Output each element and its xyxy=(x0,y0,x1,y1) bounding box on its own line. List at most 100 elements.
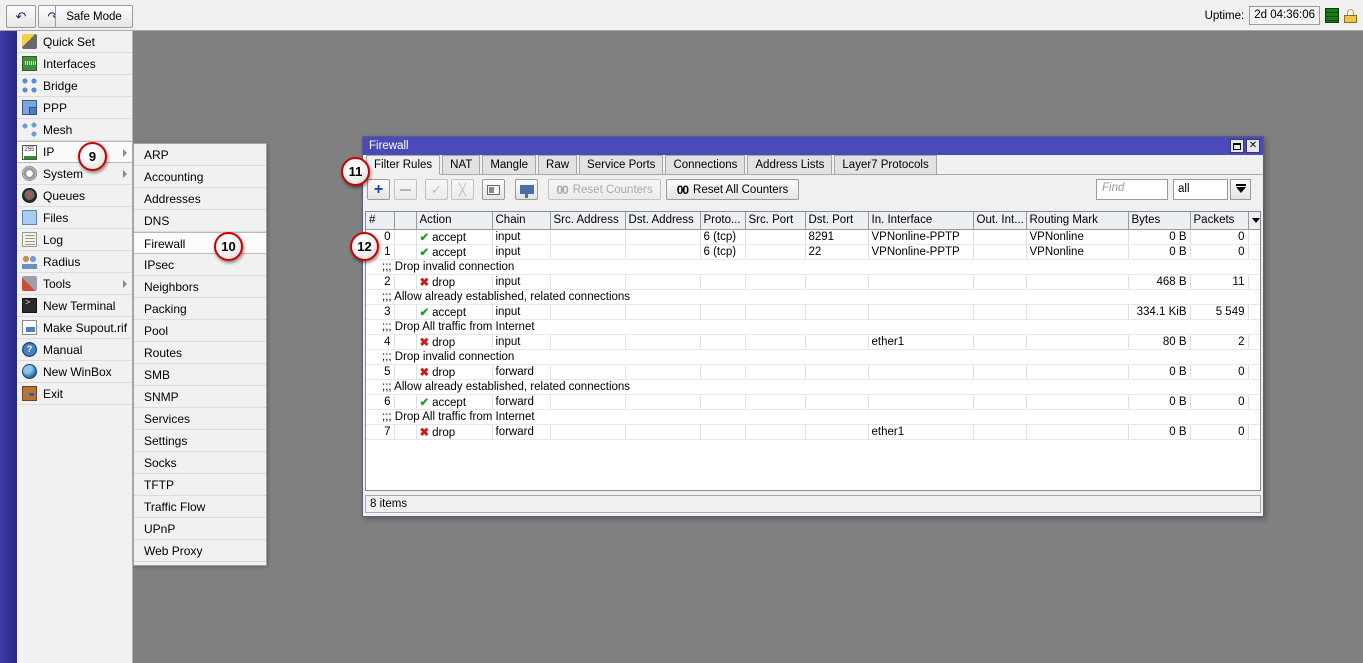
reset-all-counters-button[interactable]: 00 Reset All Counters xyxy=(666,179,799,200)
tab-nat[interactable]: NAT xyxy=(442,155,481,174)
column-header-src-port[interactable]: Src. Port xyxy=(745,212,806,230)
row-end-cell xyxy=(1248,334,1260,350)
menu-item-exit[interactable]: Exit xyxy=(17,383,132,405)
table-row[interactable]: 2 ✖ drop input 468 B 11 xyxy=(366,274,1260,290)
tab-service-ports[interactable]: Service Ports xyxy=(579,155,664,174)
submenu-item-settings[interactable]: Settings xyxy=(134,430,266,452)
menu-item-interfaces[interactable]: Interfaces xyxy=(17,53,132,75)
tab-connections[interactable]: Connections xyxy=(665,155,746,174)
menu-item-system[interactable]: System xyxy=(17,163,132,185)
submenu-item-services[interactable]: Services xyxy=(134,408,266,430)
submenu-item-snmp[interactable]: SNMP xyxy=(134,386,266,408)
window-title-bar[interactable]: Firewall ✕ xyxy=(363,137,1263,155)
column-chooser-arrow-icon[interactable] xyxy=(1248,212,1260,230)
cell-src-port xyxy=(745,364,806,380)
submenu-item-label: IPsec xyxy=(144,258,175,272)
submenu-item-socks[interactable]: Socks xyxy=(134,452,266,474)
tab-layer7-protocols[interactable]: Layer7 Protocols xyxy=(834,155,937,174)
column-header-routing-mark[interactable]: Routing Mark xyxy=(1026,212,1129,230)
column-header-in-interface[interactable]: In. Interface xyxy=(868,212,974,230)
table-row[interactable]: 5 ✖ drop forward 0 B0 xyxy=(366,364,1260,380)
table-row[interactable]: 3 ✔ accept input 334.1 KiB 5 549 xyxy=(366,304,1260,320)
submenu-item-label: Firewall xyxy=(144,237,186,251)
menu-item-ip[interactable]: IP xyxy=(17,141,132,163)
submenu-item-ipsec[interactable]: IPsec xyxy=(134,254,266,276)
menu-item-manual[interactable]: Manual xyxy=(17,339,132,361)
cell-out-interface xyxy=(973,394,1027,410)
tab-raw[interactable]: Raw xyxy=(538,155,578,174)
column-header-[interactable]: # xyxy=(366,212,395,230)
filter-scope-dropdown-arrow-icon[interactable] xyxy=(1230,179,1251,200)
column-header-action[interactable]: Action xyxy=(416,212,493,230)
tab-label: NAT xyxy=(450,159,473,171)
menu-item-tools[interactable]: Tools xyxy=(17,273,132,295)
tab-mangle[interactable]: Mangle xyxy=(482,155,537,174)
menu-item-new-winbox[interactable]: New WinBox xyxy=(17,361,132,383)
table-comment-row[interactable]: ;;; Drop All traffic from Internet xyxy=(366,409,1260,425)
submenu-item-addresses[interactable]: Addresses xyxy=(134,188,266,210)
safe-mode-button[interactable]: Safe Mode xyxy=(55,5,133,28)
find-input[interactable]: Find xyxy=(1096,179,1168,200)
menu-item-queues[interactable]: Queues xyxy=(17,185,132,207)
menu-item-bridge[interactable]: Bridge xyxy=(17,75,132,97)
column-header-dst-port[interactable]: Dst. Port xyxy=(805,212,869,230)
menu-item-ppp[interactable]: PPP xyxy=(17,97,132,119)
tab-address-lists[interactable]: Address Lists xyxy=(747,155,833,174)
enable-rule-button[interactable]: ✓ xyxy=(425,179,448,200)
submenu-item-upnp[interactable]: UPnP xyxy=(134,518,266,540)
column-header-blank[interactable] xyxy=(394,212,417,230)
submenu-item-packing[interactable]: Packing xyxy=(134,298,266,320)
close-icon[interactable]: ✕ xyxy=(1246,139,1260,153)
disable-rule-button[interactable]: ╳ xyxy=(451,179,474,200)
table-comment-row[interactable]: ;;; Allow already established, related c… xyxy=(366,289,1260,305)
remove-rule-button[interactable] xyxy=(394,179,417,200)
table-comment-row[interactable]: ;;; Drop invalid connection xyxy=(366,259,1260,275)
column-header-bytes[interactable]: Bytes xyxy=(1128,212,1191,230)
menu-item-make-supout-rif[interactable]: Make Supout.rif xyxy=(17,317,132,339)
column-header-src-address[interactable]: Src. Address xyxy=(550,212,626,230)
submenu-item-routes[interactable]: Routes xyxy=(134,342,266,364)
column-header-dst-address[interactable]: Dst. Address xyxy=(625,212,701,230)
submenu-item-firewall[interactable]: Firewall xyxy=(134,232,266,254)
menu-item-radius[interactable]: Radius xyxy=(17,251,132,273)
reset-counters-button[interactable]: 00 Reset Counters xyxy=(548,179,661,200)
submenu-item-smb[interactable]: SMB xyxy=(134,364,266,386)
cell-proto xyxy=(700,274,746,290)
table-comment-row[interactable]: ;;; Drop All traffic from Internet xyxy=(366,319,1260,335)
table-row[interactable]: 4 ✖ drop input ether1 80 B2 xyxy=(366,334,1260,350)
column-header-proto[interactable]: Proto... xyxy=(700,212,746,230)
menu-item-log[interactable]: Log xyxy=(17,229,132,251)
add-rule-button[interactable]: + xyxy=(367,179,390,200)
submenu-item-accounting[interactable]: Accounting xyxy=(134,166,266,188)
submenu-item-pool[interactable]: Pool xyxy=(134,320,266,342)
submenu-item-web-proxy[interactable]: Web Proxy xyxy=(134,540,266,562)
row-end-cell xyxy=(1248,244,1260,260)
table-comment-row[interactable]: ;;; Drop invalid connection xyxy=(366,349,1260,365)
menu-item-mesh[interactable]: Mesh xyxy=(17,119,132,141)
menu-item-files[interactable]: Files xyxy=(17,207,132,229)
filter-rules-table-container[interactable]: # Action Chain Src. Address Dst. Address Prot… xyxy=(365,211,1261,491)
table-row[interactable]: 0 ✔ accept input 6 (tcp) 8291 VPNonline-PPTP VP… xyxy=(366,229,1260,245)
table-row[interactable]: 7 ✖ drop forward ether1 0 B0 xyxy=(366,424,1260,440)
tab-filter-rules[interactable]: Filter Rules xyxy=(366,155,441,175)
submenu-item-tftp[interactable]: TFTP xyxy=(134,474,266,496)
submenu-item-neighbors[interactable]: Neighbors xyxy=(134,276,266,298)
maximize-icon[interactable] xyxy=(1230,139,1244,153)
comment-text: ;;; Drop invalid connection xyxy=(366,259,1260,275)
filter-scope-select[interactable]: all xyxy=(1173,179,1228,200)
column-header-packets[interactable]: Packets xyxy=(1190,212,1249,230)
filter-button[interactable] xyxy=(515,179,538,200)
undo-icon[interactable]: ↶ xyxy=(6,5,36,28)
column-header-out-int[interactable]: Out. Int... xyxy=(973,212,1027,230)
cell-chain: input xyxy=(492,304,551,320)
table-row[interactable]: 6 ✔ accept forward 0 B0 xyxy=(366,394,1260,410)
submenu-item-traffic-flow[interactable]: Traffic Flow xyxy=(134,496,266,518)
table-row[interactable]: 1 ✔ accept input 6 (tcp) 22 VPNonline-PPTP VPNo… xyxy=(366,244,1260,260)
table-comment-row[interactable]: ;;; Allow already established, related c… xyxy=(366,379,1260,395)
submenu-item-dns[interactable]: DNS xyxy=(134,210,266,232)
submenu-item-arp[interactable]: ARP xyxy=(134,144,266,166)
menu-item-quick-set[interactable]: Quick Set xyxy=(17,31,132,53)
menu-item-new-terminal[interactable]: New Terminal xyxy=(17,295,132,317)
column-header-chain[interactable]: Chain xyxy=(492,212,551,230)
comment-button[interactable] xyxy=(482,179,505,200)
